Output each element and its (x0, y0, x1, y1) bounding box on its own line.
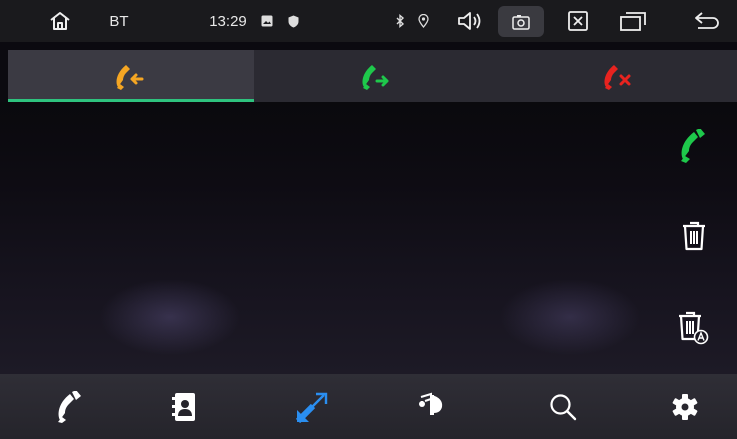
shield-icon (284, 0, 302, 42)
call-log-list[interactable] (0, 102, 737, 374)
recent-apps-icon[interactable] (614, 0, 652, 42)
nav-dialpad[interactable] (40, 374, 100, 439)
status-bar: BT 13:29 (0, 0, 737, 42)
nav-music[interactable] (401, 374, 461, 439)
close-icon[interactable] (561, 0, 595, 42)
screenshot-icon[interactable] (498, 6, 544, 37)
music-icon (417, 391, 445, 423)
call-log-icon (296, 391, 330, 423)
bluetooth-icon (390, 0, 410, 42)
nav-contacts[interactable] (155, 374, 215, 439)
tab-outgoing-calls[interactable] (254, 50, 500, 102)
back-icon[interactable] (687, 0, 727, 42)
delete-button[interactable] (674, 216, 714, 256)
incoming-call-icon (112, 61, 150, 91)
volume-icon[interactable] (453, 0, 487, 42)
delete-all-button[interactable] (674, 308, 714, 348)
trash-icon (682, 221, 706, 251)
outgoing-call-icon (358, 61, 396, 91)
trash-all-icon (679, 311, 709, 345)
call-log-tabs (8, 50, 737, 102)
phone-icon (54, 390, 86, 423)
clock: 13:29 (209, 12, 247, 30)
gear-icon (671, 393, 699, 421)
dial-button[interactable] (674, 126, 714, 166)
bottom-nav (0, 374, 737, 439)
app-title: BT (109, 12, 129, 30)
search-icon (549, 393, 577, 421)
nav-search[interactable] (533, 374, 593, 439)
nav-settings[interactable] (655, 374, 715, 439)
missed-call-icon (600, 61, 638, 91)
tab-incoming-calls[interactable] (8, 50, 254, 102)
location-icon (413, 0, 433, 42)
home-icon[interactable] (44, 0, 76, 42)
dial-call-icon (677, 129, 711, 163)
nav-call-log[interactable] (283, 374, 343, 439)
image-icon (258, 0, 276, 42)
contacts-icon (172, 392, 198, 422)
tab-missed-calls[interactable] (500, 50, 737, 102)
